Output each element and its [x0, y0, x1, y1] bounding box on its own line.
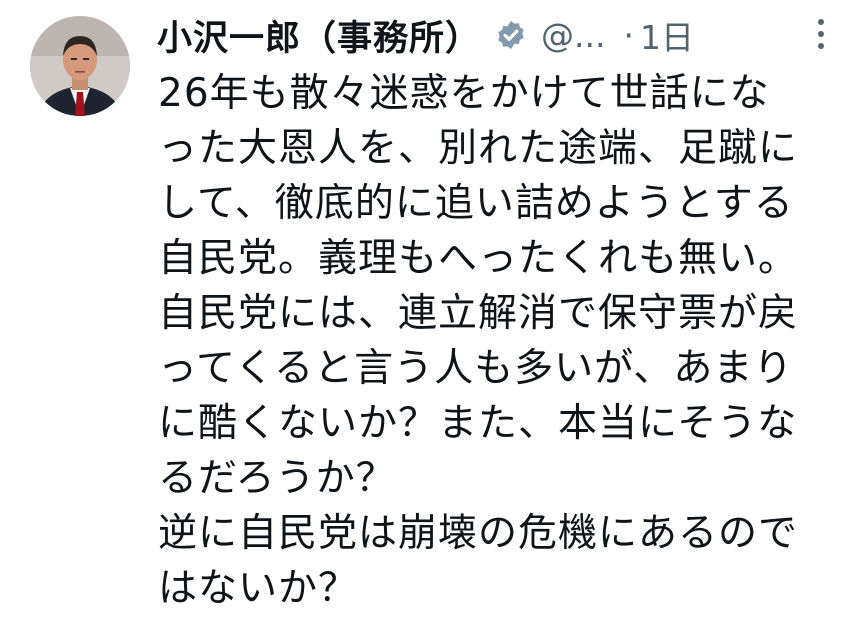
tweet-text-line: に酷くないか？また、本当にそうな [158, 401, 798, 446]
tweet-text-line: して、徹底的に追い詰めようとする [158, 181, 794, 226]
tweet-header: 小沢一郎（事務所） @... · 1日 [157, 10, 857, 60]
author-display-name[interactable]: 小沢一郎（事務所） [157, 10, 481, 61]
tweet-text-line: った大恩人を、別れた途端、足蹴に [158, 126, 799, 171]
tweet-text-line: 逆に自民党は崩壊の危機にあるので [158, 511, 799, 556]
separator-dot: · [623, 15, 635, 55]
tweet-text-line: 26年も散々迷惑をかけて世話にな [158, 71, 770, 116]
tweet-text-line: 自民党には、連立解消で保守票が戻 [158, 291, 799, 336]
avatar-image [30, 16, 130, 116]
tweet[interactable]: 小沢一郎（事務所） @... · 1日 26年も散々迷惑をかけて世話にな った大… [0, 0, 864, 626]
tweet-text-line: ってくると言う人も多いが、あまり [158, 346, 794, 391]
author-handle[interactable]: @... [541, 16, 605, 55]
tweet-text: 26年も散々迷惑をかけて世話にな った大恩人を、別れた途端、足蹴に して、徹底的… [158, 66, 848, 616]
more-options-icon[interactable] [814, 14, 828, 54]
verified-badge-icon[interactable] [495, 19, 527, 51]
tweet-text-line: るだろうか？ [158, 456, 396, 501]
tweet-text-line: はないか？ [158, 566, 359, 611]
avatar[interactable] [30, 16, 130, 116]
timestamp[interactable]: 1日 [640, 11, 694, 59]
tweet-text-line: 自民党。義理もへったくれも無い。 [158, 236, 799, 281]
